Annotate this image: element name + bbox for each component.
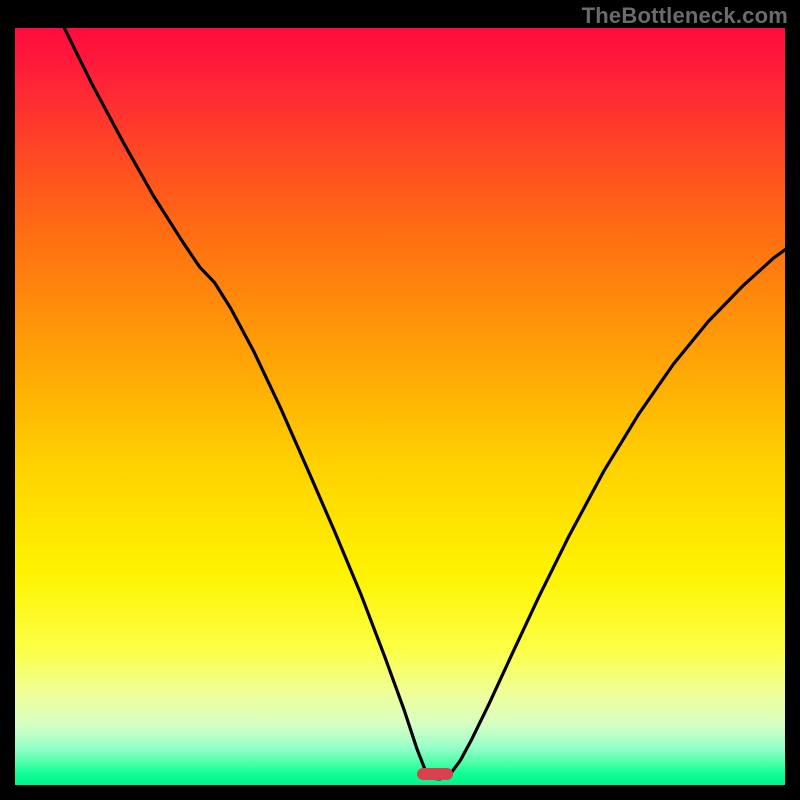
watermark-text: TheBottleneck.com	[582, 3, 788, 29]
bottleneck-curve	[15, 28, 785, 785]
optimum-marker	[417, 768, 453, 780]
plot-area	[15, 28, 785, 785]
chart-frame: TheBottleneck.com	[0, 0, 800, 800]
